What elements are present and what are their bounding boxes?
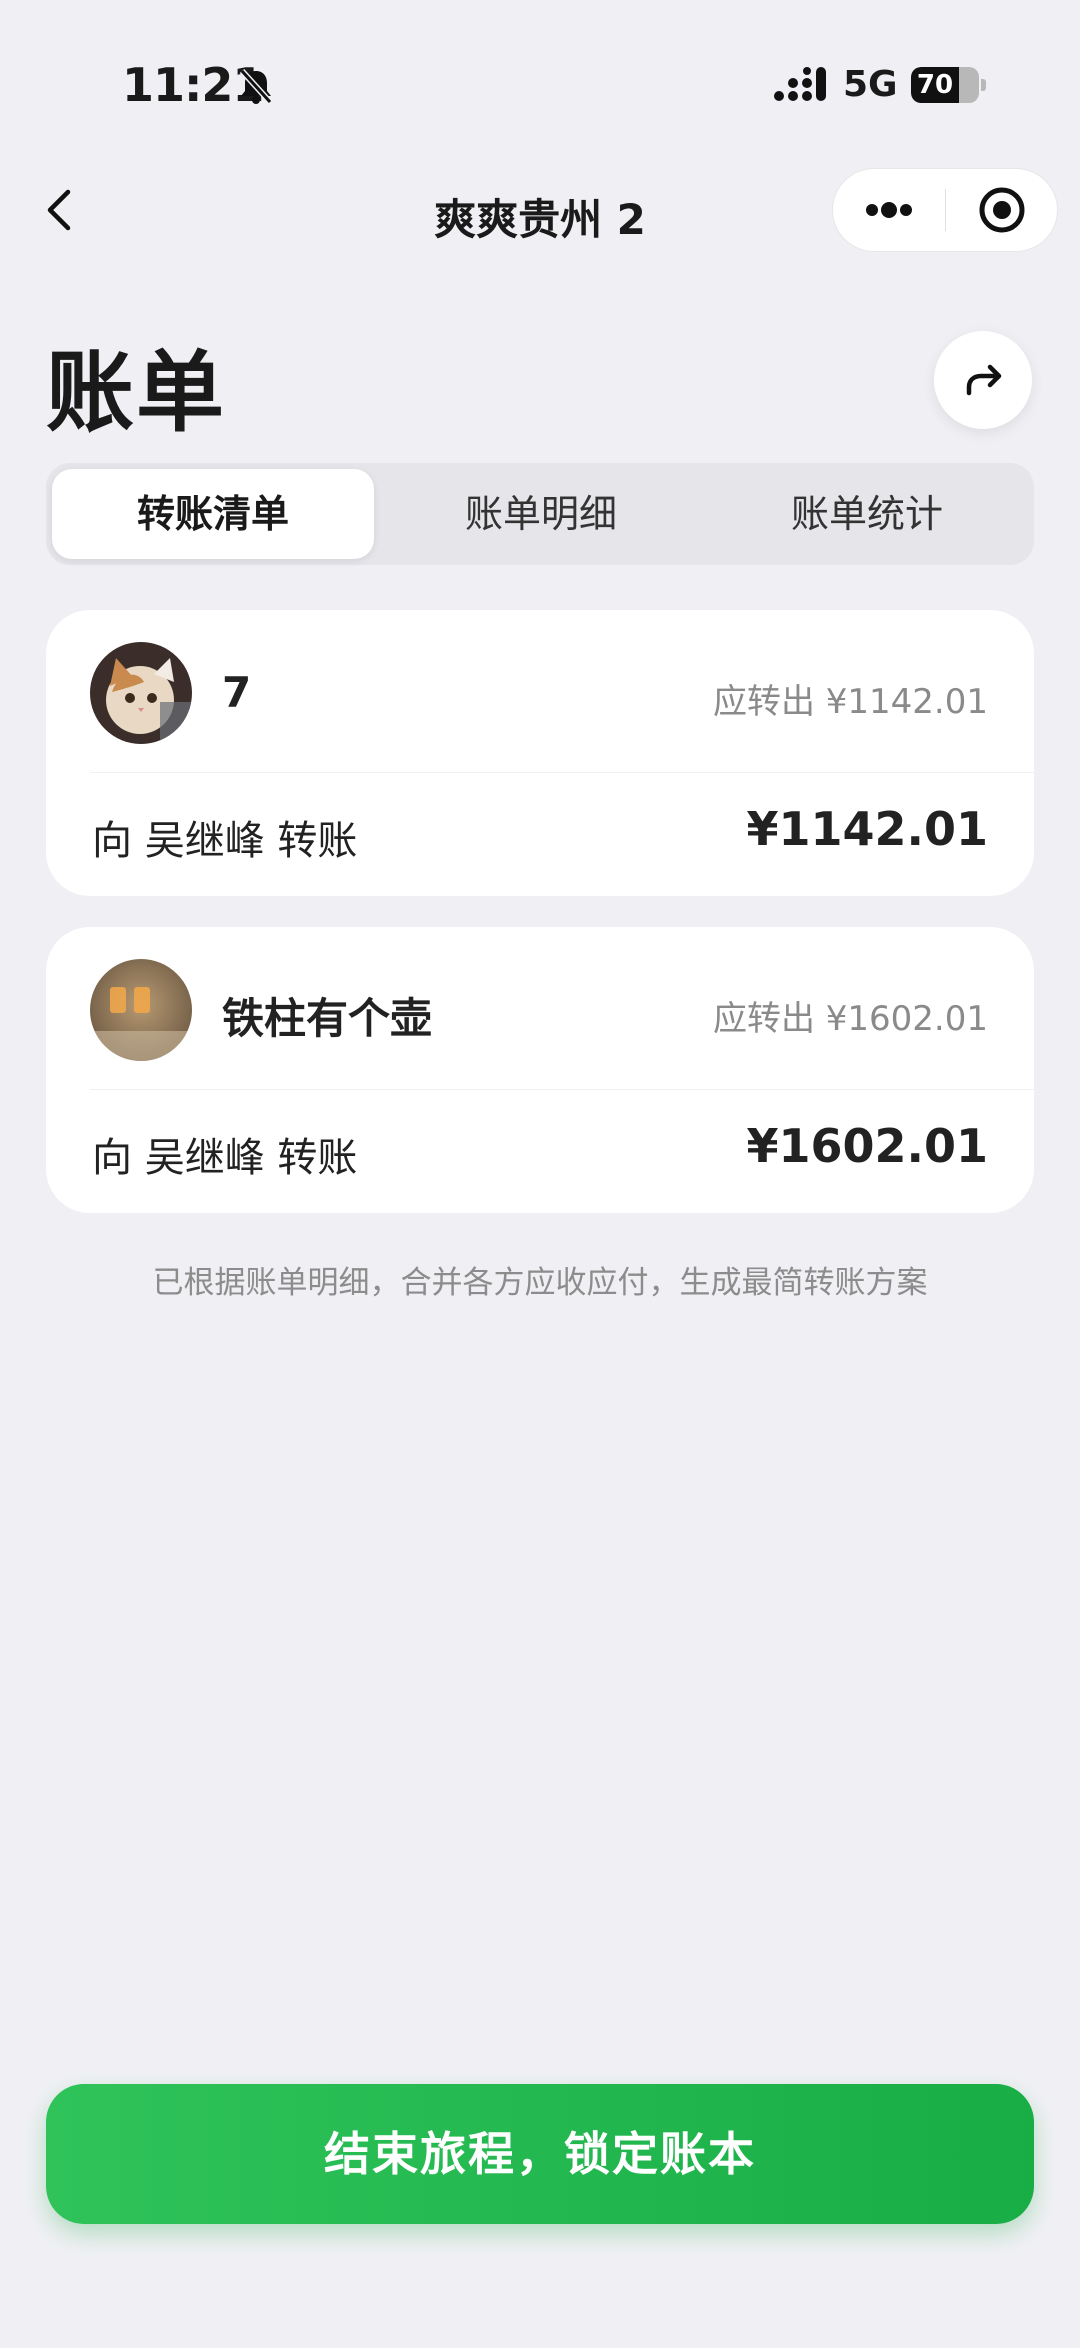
transfer-description: 向 吴继峰 转账 (92, 1135, 358, 1181)
back-icon[interactable] (40, 180, 80, 240)
card-divider (90, 1089, 1034, 1090)
tab-bill-statistics[interactable]: 账单统计 (706, 469, 1028, 559)
battery-indicator: 70 (911, 67, 979, 103)
avatar (90, 642, 192, 744)
nav-bar: 爽爽贵州 2 (0, 150, 1080, 270)
transfer-description: 向 吴继峰 转账 (92, 818, 358, 864)
card-divider (90, 772, 1034, 773)
status-bar: 11:21 5G 70 (0, 0, 1080, 150)
signal-icon (774, 67, 826, 101)
transfer-amount: ¥1142.01 (746, 802, 988, 856)
transfer-card[interactable]: 铁柱有个壶 应转出 ¥1602.01 向 吴继峰 转账 ¥1602.01 (46, 927, 1034, 1213)
payer-name: 铁柱有个壶 (222, 994, 433, 1043)
more-icon[interactable] (833, 169, 945, 251)
network-type: 5G (843, 64, 898, 105)
share-icon (966, 364, 1002, 396)
close-mini-icon[interactable] (946, 169, 1058, 251)
page: 11:21 5G 70 爽爽贵州 2 账单 转账清单 账单明细 账单统计 7 应… (0, 0, 1080, 2348)
tab-transfer-list[interactable]: 转账清单 (52, 469, 374, 559)
share-button[interactable] (934, 331, 1032, 429)
nav-title: 爽爽贵州 2 (434, 195, 646, 244)
page-title: 账单 (46, 341, 227, 444)
mini-program-capsule (832, 168, 1058, 252)
transfer-amount: ¥1602.01 (746, 1119, 988, 1173)
transfer-card[interactable]: 7 应转出 ¥1142.01 向 吴继峰 转账 ¥1142.01 (46, 610, 1034, 896)
due-amount: 应转出 ¥1602.01 (712, 999, 988, 1039)
due-amount: 应转出 ¥1142.01 (712, 682, 988, 722)
payer-name: 7 (222, 668, 252, 717)
tab-bill-details[interactable]: 账单明细 (380, 469, 702, 559)
end-trip-lock-button[interactable]: 结束旅程，锁定账本 (46, 2084, 1034, 2224)
settlement-footnote: 已根据账单明细，合并各方应收应付，生成最简转账方案 (152, 1265, 928, 1301)
battery-tip (981, 79, 986, 91)
bell-slash-icon (239, 68, 273, 105)
avatar (90, 959, 192, 1061)
bill-tabs: 转账清单 账单明细 账单统计 (46, 463, 1034, 565)
battery-level: 70 (916, 70, 954, 100)
